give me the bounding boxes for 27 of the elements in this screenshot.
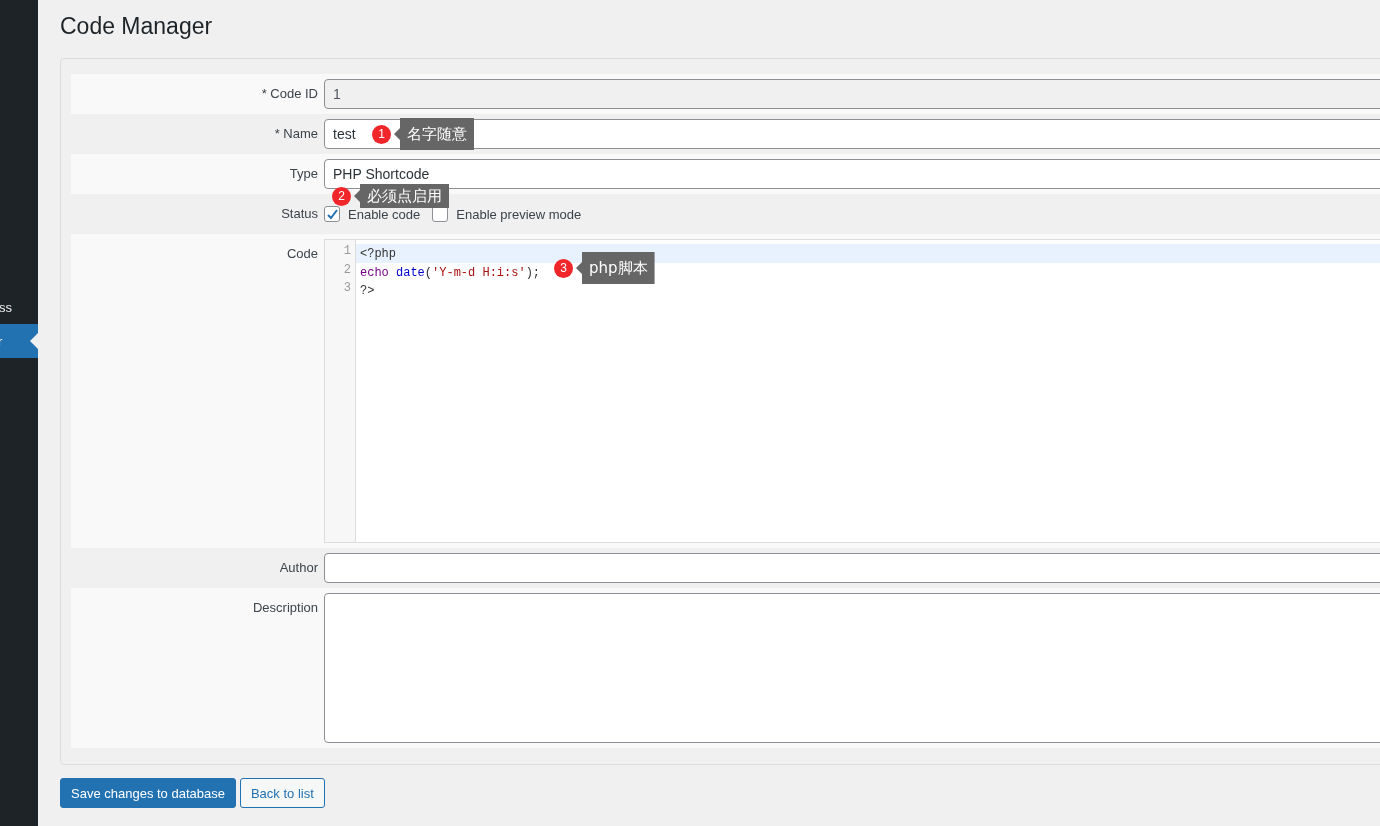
code-line: echo date('Y-m-d H:i:s');	[360, 265, 541, 280]
code-line: <?php	[360, 247, 396, 261]
line-number: 1	[342, 244, 352, 260]
code-line: ?>	[360, 284, 375, 298]
field-label: * Name	[273, 125, 319, 143]
annotation-callout: 名字随意	[394, 118, 474, 150]
checkmark-icon	[325, 207, 339, 221]
text-field[interactable]	[324, 553, 1380, 583]
field-label: Code	[285, 245, 319, 263]
textarea-field[interactable]	[324, 593, 1380, 743]
checkbox-label: Enable code	[348, 206, 421, 222]
field-label: * Code ID	[260, 85, 319, 103]
checkbox[interactable]	[324, 206, 340, 222]
line-number: 3	[342, 281, 352, 297]
field-label: Author	[278, 559, 319, 577]
annotation-callout: 必须点启用	[354, 184, 449, 208]
sidebar-item[interactable]: ss	[0, 290, 38, 324]
field-label: Status	[280, 205, 319, 223]
save-button[interactable]: Save changes to database	[60, 778, 236, 808]
field-label: Type	[288, 165, 319, 183]
checkbox-label: Enable preview mode	[456, 206, 582, 222]
back-button[interactable]: Back to list	[239, 778, 325, 808]
line-number: 2	[342, 262, 352, 279]
page-title: Code Manager	[60, 12, 214, 41]
field-label: Description	[251, 599, 319, 617]
annotation-callout: php脚本	[576, 252, 655, 284]
text-field[interactable]: PHP Shortcode	[324, 159, 1380, 189]
